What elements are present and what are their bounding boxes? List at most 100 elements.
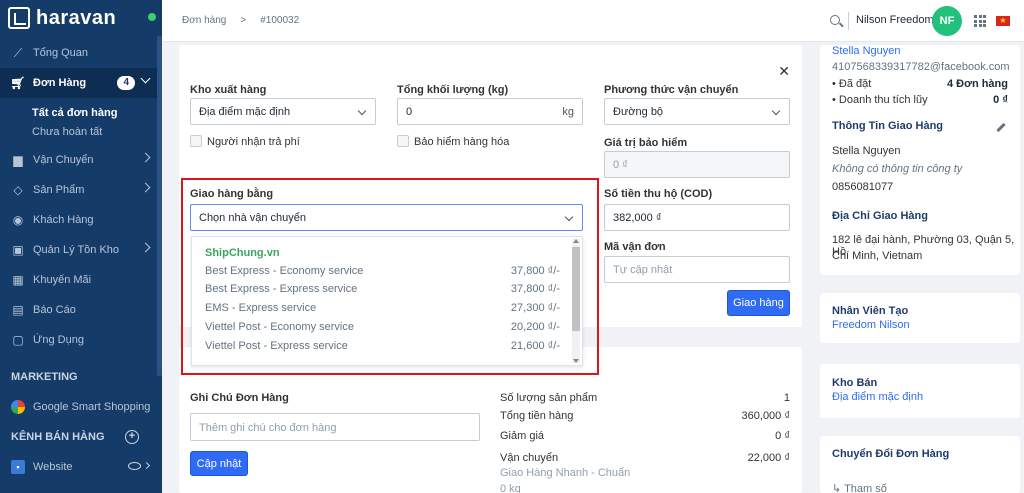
topbar: Đơn hàng > #100032 Nilson Freedome NF ★ xyxy=(162,0,1024,42)
shipping-method-select[interactable]: Đường bộ xyxy=(604,98,790,125)
chevron-down-icon xyxy=(771,106,781,116)
breadcrumb-orders[interactable]: Đơn hàng xyxy=(182,15,226,26)
trend-icon: ⟋ xyxy=(13,45,23,60)
shipping-service-detail: Giao Hàng Nhanh - Chuẩn xyxy=(500,467,631,479)
order-note-input[interactable]: Thêm ghi chú cho đơn hàng xyxy=(190,413,480,441)
convert-param[interactable]: ↳ Tham số xyxy=(832,482,887,493)
scroll-down-icon[interactable] xyxy=(573,359,579,363)
sidebar-item-inventory[interactable]: ▣ Quản Lý Tồn Kho xyxy=(0,235,157,265)
sidebar-subitem-all-orders[interactable]: Tất cả đơn hàng xyxy=(0,103,157,122)
add-channel-icon[interactable]: + xyxy=(125,430,139,444)
avatar[interactable]: NF xyxy=(932,6,962,36)
sidebar-item-overview[interactable]: ⟋ Tổng Quan xyxy=(0,38,157,68)
truck-icon: ▆ xyxy=(13,153,23,167)
sidebar-item-products[interactable]: ◇ Sản Phẩm xyxy=(0,175,157,205)
chevron-down-icon xyxy=(140,73,151,84)
online-status-dot xyxy=(148,13,156,21)
summary-row-shipping: Vận chuyển 22,000 ₫ xyxy=(500,452,790,464)
insurance-value-label: Giá trị bảo hiểm xyxy=(604,137,688,149)
staff-name-link[interactable]: Freedom Nilson xyxy=(832,319,910,331)
carrier-option[interactable]: Viettel Post - Express service 21,600 ₫/… xyxy=(205,340,560,352)
warehouse-label: Kho xuất hàng xyxy=(190,84,267,96)
ship-button[interactable]: Giao hàng xyxy=(727,290,790,316)
store-card: Kho Bán Địa điểm mặc định xyxy=(820,364,1020,418)
summary-row-subtotal: Tổng tiền hàng 360,000 ₫ xyxy=(500,410,790,422)
breadcrumb-separator: > xyxy=(240,15,247,26)
insurance-checkbox[interactable] xyxy=(397,135,409,147)
chevron-right-icon xyxy=(140,152,151,163)
eye-icon[interactable] xyxy=(128,462,141,470)
haravan-logo[interactable]: haravan xyxy=(0,0,162,36)
chevron-right-icon xyxy=(142,461,151,470)
scroll-up-icon[interactable] xyxy=(573,239,579,243)
address-line-2: Chí Minh, Vietnam xyxy=(832,250,923,262)
marketing-section-label: MARKETING xyxy=(11,371,78,383)
shipping-info-title: Thông Tin Giao Hàng xyxy=(832,120,944,132)
ship-recipient-name: Stella Nguyen xyxy=(832,145,901,157)
staff-card: Nhân Viên Tạo Freedom Nilson xyxy=(820,293,1020,343)
store-title: Kho Bán xyxy=(832,377,878,389)
cod-label: Số tiền thu hộ (COD) xyxy=(604,188,713,200)
close-icon[interactable]: ✕ xyxy=(778,63,790,80)
dropdown-scroll-thumb[interactable] xyxy=(572,247,580,331)
carrier-option[interactable]: Best Express - Express service 37,800 ₫/… xyxy=(205,283,560,295)
cart-icon: 🛒︎ xyxy=(10,76,26,90)
ship-company: Không có thông tin công ty xyxy=(832,163,963,175)
carrier-group-shipchung: ShipChung.vn xyxy=(205,247,280,259)
revenue-value: 0 ₫ xyxy=(993,94,1008,106)
brand-name: haravan xyxy=(36,6,117,29)
weight-input[interactable]: 0 kg xyxy=(397,98,583,125)
customer-name-link[interactable]: Stella Nguyen xyxy=(832,45,901,57)
sidebar-item-google-shopping[interactable]: Google Smart Shopping xyxy=(0,392,157,422)
sidebar-item-orders[interactable]: 🛒︎ Đơn Hàng 4 xyxy=(0,68,157,98)
orders-count-badge: 4 xyxy=(117,76,135,90)
tag-icon: ◇ xyxy=(13,183,23,197)
sidebar-item-shipping[interactable]: ▆ Vận Chuyển xyxy=(0,145,157,175)
insurance-label: Bảo hiểm hàng hóa xyxy=(414,136,510,148)
sidebar-scrollbar[interactable] xyxy=(157,36,162,376)
cod-input[interactable]: 382,000 ₫ xyxy=(604,204,790,231)
revenue-label: • Doanh thu tích lũy xyxy=(832,94,928,106)
apps-icon: ▢ xyxy=(12,333,24,347)
haravan-logo-icon xyxy=(8,7,30,29)
edit-pencil-icon[interactable] xyxy=(996,122,1006,133)
sidebar-item-website[interactable]: ▪ Website xyxy=(0,452,157,482)
user-name[interactable]: Nilson Freedome xyxy=(856,14,940,26)
user-icon: ◉ xyxy=(12,213,24,227)
store-icon: ▪ xyxy=(11,460,25,474)
tracking-input[interactable]: Tự cập nhật xyxy=(604,256,790,283)
breadcrumb-order-id: #100032 xyxy=(260,15,300,26)
receiver-pays-checkbox[interactable] xyxy=(190,135,202,147)
chevron-down-icon xyxy=(357,106,367,116)
staff-title: Nhân Viên Tạo xyxy=(832,305,909,317)
sidebar: haravan ⟋ Tổng Quan 🛒︎ Đơn Hàng 4 Tất cả… xyxy=(0,0,162,493)
carrier-option[interactable]: EMS - Express service 27,300 ₫/- xyxy=(205,302,560,314)
summary-row-quantity: Số lượng sản phẩm 1 xyxy=(500,392,790,404)
weight-label: Tổng khối lượng (kg) xyxy=(397,84,509,96)
dropdown-scrollbar[interactable] xyxy=(572,239,580,363)
breadcrumb: Đơn hàng > #100032 xyxy=(182,15,299,26)
carrier-dropdown: ShipChung.vn Best Express - Economy serv… xyxy=(191,236,583,366)
summary-row-discount: Giảm giá 0 ₫ xyxy=(500,430,790,442)
warehouse-select[interactable]: Địa điểm mặc định xyxy=(190,98,376,125)
sidebar-subitem-incomplete[interactable]: Chưa hoàn tất xyxy=(0,122,157,141)
customer-card: Stella Nguyen 4107568339317782@facebook.… xyxy=(820,45,1020,275)
shipping-weight-detail: 0 kg xyxy=(500,483,521,493)
orders-count-value: 4 Đơn hàng xyxy=(947,78,1008,90)
app-grid-icon[interactable] xyxy=(974,15,986,27)
search-icon[interactable] xyxy=(830,15,840,25)
sidebar-item-apps[interactable]: ▢ Ứng Dụng xyxy=(0,325,157,355)
insurance-value-input[interactable]: 0 ₫ xyxy=(604,151,790,178)
sidebar-item-reports[interactable]: ▤ Báo Cáo xyxy=(0,295,157,325)
carrier-option[interactable]: Viettel Post - Economy service 20,200 ₫/… xyxy=(205,321,560,333)
report-icon: ▤ xyxy=(12,303,24,317)
vietnam-flag-icon[interactable]: ★ xyxy=(996,16,1010,26)
carrier-option[interactable]: Best Express - Economy service 37,800 ₫/… xyxy=(205,265,560,277)
topbar-divider xyxy=(848,12,849,30)
store-location-link[interactable]: Địa điểm mặc định xyxy=(832,391,923,403)
shipping-method-label: Phương thức vận chuyển xyxy=(604,84,739,96)
sidebar-item-customers[interactable]: ◉ Khách Hàng xyxy=(0,205,157,235)
sidebar-item-promotions[interactable]: ▦ Khuyến Mãi xyxy=(0,265,157,295)
ship-phone: 0856081077 xyxy=(832,181,894,193)
update-note-button[interactable]: Cập nhật xyxy=(190,451,248,476)
